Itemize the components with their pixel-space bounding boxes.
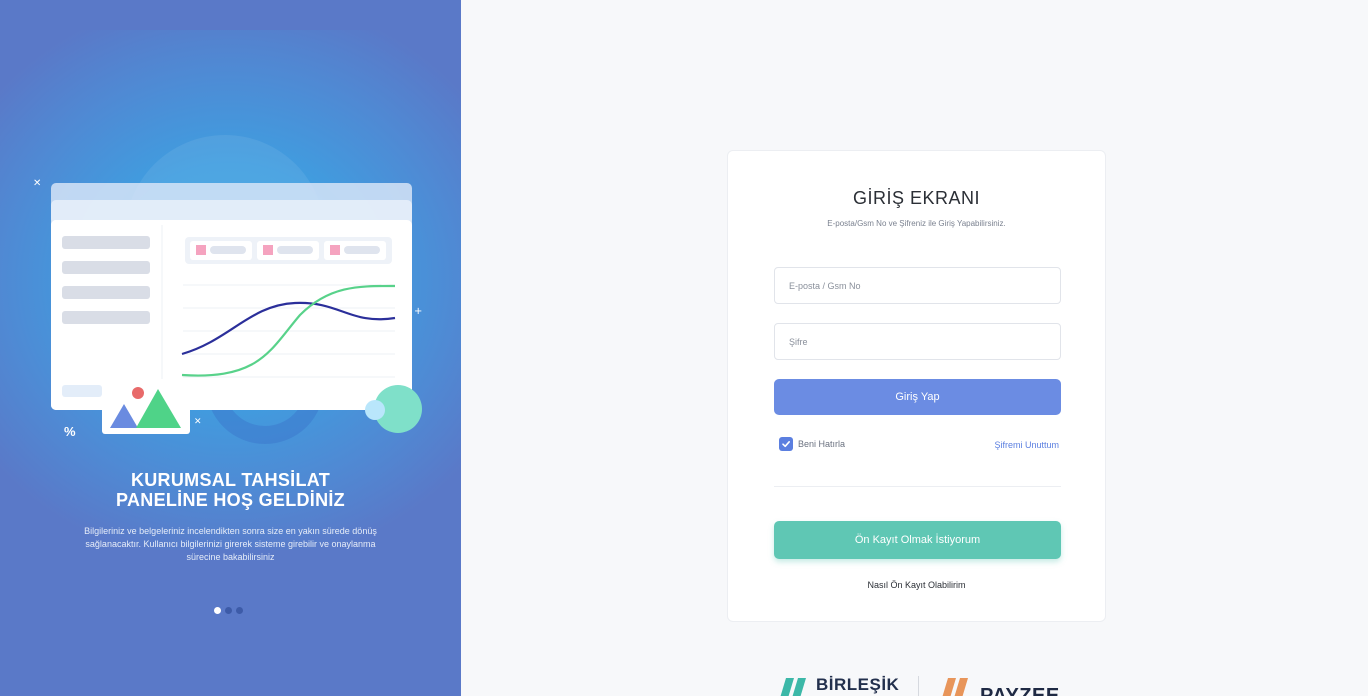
percent-icon: % <box>64 424 76 439</box>
email-gsm-input[interactable] <box>774 267 1061 304</box>
pre-register-button[interactable]: Ön Kayıt Olmak İstiyorum <box>774 521 1061 559</box>
payzee-logo-mark <box>942 678 968 696</box>
carousel-dot-3[interactable] <box>236 607 243 614</box>
checkmark-icon <box>782 441 790 448</box>
dashboard-illustration: ✕ + ✕ <box>33 135 422 444</box>
payzee-logo: PAYZEE <box>940 676 1060 696</box>
svg-text:+: + <box>414 306 422 317</box>
remember-checkbox[interactable] <box>779 437 793 451</box>
carousel-dot-1[interactable] <box>214 607 221 614</box>
forgot-password-link[interactable]: Şifremi Unuttum <box>994 440 1059 450</box>
payzee-logo-text: PAYZEE <box>980 685 1060 696</box>
welcome-panel: ✕ + ✕ % KURUMSAL TAHSİLAT PANELİNE HOŞ G… <box>0 0 461 696</box>
welcome-title-line1: KURUMSAL TAHSİLAT <box>130 470 331 490</box>
divider <box>774 486 1061 487</box>
birlesik-logo: BİRLEŞİK <box>778 676 899 696</box>
remember-me[interactable]: Beni Hatırla <box>779 437 845 451</box>
logo-separator <box>918 676 919 696</box>
login-subtitle: E-posta/Gsm No ve Şifreniz ile Giriş Yap… <box>827 219 1006 228</box>
welcome-title-line2: PANELİNE HOŞ GELDİNİZ <box>116 490 345 510</box>
remember-label: Beni Hatırla <box>798 439 846 449</box>
login-button[interactable]: Giriş Yap <box>774 379 1061 415</box>
how-to-register-link[interactable]: Nasıl Ön Kayıt Olabilirim <box>728 580 1105 590</box>
password-input[interactable] <box>774 323 1061 360</box>
birlesik-logo-text: BİRLEŞİK <box>816 675 900 694</box>
welcome-title: KURUMSAL TAHSİLAT PANELİNE HOŞ GELDİNİZ <box>0 470 461 510</box>
login-card: GİRİŞ EKRANI E-posta/Gsm No ve Şifreniz … <box>727 150 1106 622</box>
carousel-dots <box>214 607 243 614</box>
carousel-dot-2[interactable] <box>225 607 232 614</box>
birlesik-logo-mark <box>780 678 806 696</box>
svg-text:✕: ✕ <box>194 417 202 427</box>
svg-text:✕: ✕ <box>33 178 41 189</box>
login-title: GİRİŞ EKRANI <box>852 188 981 208</box>
welcome-description: Bilgileriniz ve belgeleriniz incelendikt… <box>84 526 377 562</box>
